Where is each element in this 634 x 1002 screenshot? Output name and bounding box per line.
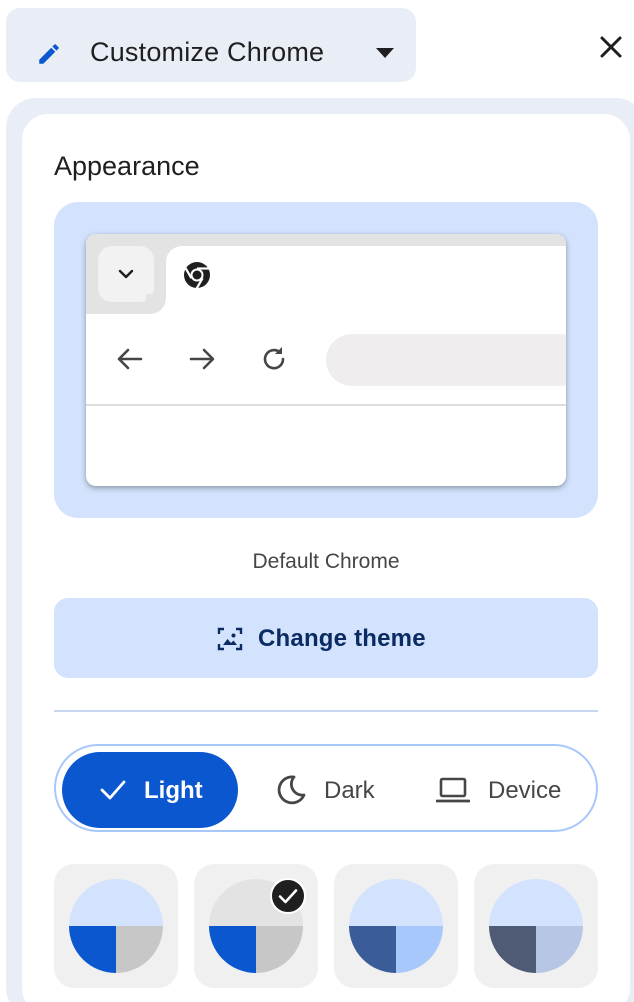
swatch-circle bbox=[349, 879, 443, 973]
selected-check-icon bbox=[270, 878, 306, 914]
section-divider bbox=[54, 710, 598, 712]
swatch-circle bbox=[489, 879, 583, 973]
back-arrow-icon bbox=[117, 348, 143, 370]
color-swatch-2[interactable] bbox=[194, 864, 318, 988]
mode-light-button[interactable]: Light bbox=[62, 752, 238, 828]
preview-toolbar-divider bbox=[86, 404, 566, 406]
check-icon bbox=[100, 780, 126, 800]
preview-omnibox bbox=[326, 334, 566, 386]
mode-dark-button[interactable]: Dark bbox=[262, 752, 412, 828]
chevron-down-icon bbox=[118, 269, 134, 279]
mode-device-button[interactable]: Device bbox=[428, 752, 588, 828]
mode-dark-label: Dark bbox=[324, 777, 375, 804]
image-frame-icon bbox=[217, 627, 243, 651]
preview-tab-curve bbox=[146, 294, 166, 314]
mode-device-label: Device bbox=[488, 777, 562, 804]
moon-icon bbox=[277, 775, 306, 805]
laptop-icon bbox=[436, 777, 470, 803]
forward-arrow-icon bbox=[189, 348, 215, 370]
preview-active-tab bbox=[166, 246, 566, 316]
color-swatch-3[interactable] bbox=[334, 864, 458, 988]
chrome-logo-icon bbox=[184, 262, 210, 290]
mode-light-label: Light bbox=[144, 777, 203, 804]
pencil-icon bbox=[39, 44, 59, 64]
change-theme-button[interactable]: Change theme bbox=[54, 598, 598, 678]
swatch-circle bbox=[69, 879, 163, 973]
panel-title: Customize Chrome bbox=[90, 37, 325, 67]
close-icon[interactable] bbox=[598, 30, 634, 66]
color-swatch-1[interactable] bbox=[54, 864, 178, 988]
customize-chrome-menu-button[interactable]: Customize Chrome bbox=[6, 8, 416, 82]
change-theme-label: Change theme bbox=[258, 625, 426, 652]
appearance-heading: Appearance bbox=[54, 151, 200, 181]
caret-down-icon bbox=[376, 48, 394, 58]
color-mode-selector: Light Dark Device bbox=[54, 744, 598, 832]
reload-icon bbox=[263, 347, 285, 370]
browser-preview-mock bbox=[86, 234, 566, 486]
color-swatch-4[interactable] bbox=[474, 864, 598, 988]
current-theme-name: Default Chrome bbox=[252, 550, 400, 573]
